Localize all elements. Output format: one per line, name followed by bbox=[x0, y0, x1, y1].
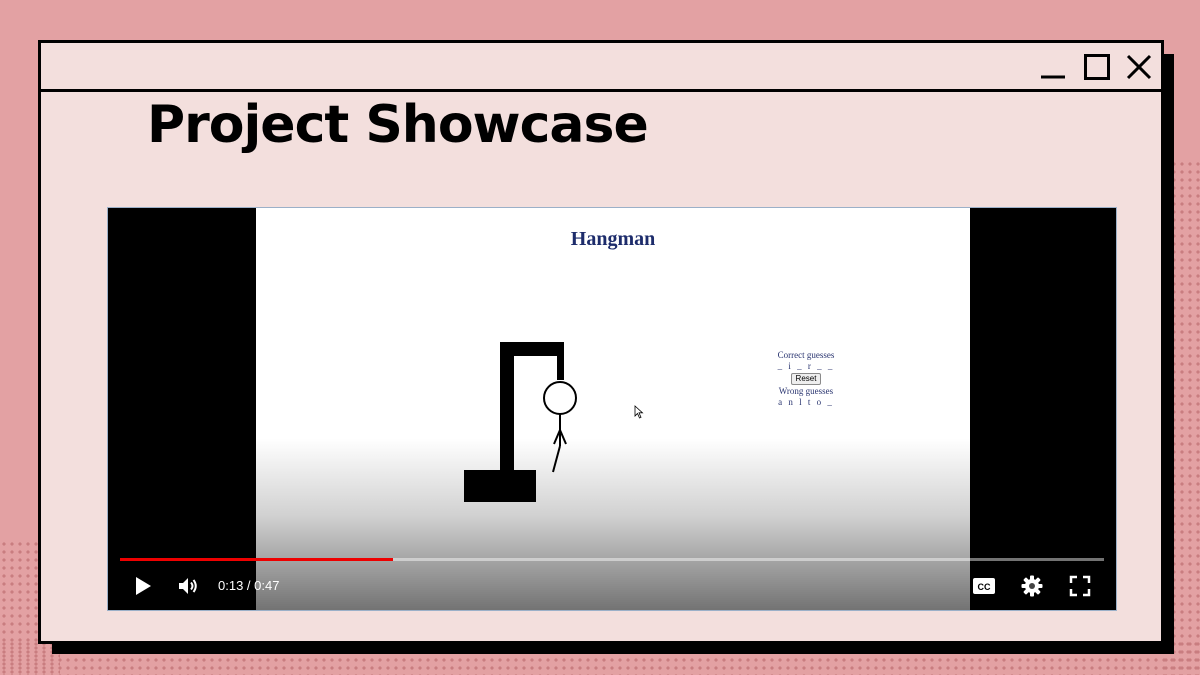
play-icon[interactable] bbox=[130, 574, 154, 598]
guess-panel: Correct guesses _ i _ r _ _ Reset Wrong … bbox=[756, 350, 856, 408]
minimize-icon[interactable] bbox=[1039, 53, 1067, 81]
hangman-title: Hangman bbox=[570, 228, 656, 250]
window-titlebar bbox=[41, 43, 1161, 92]
progress-bar-played bbox=[120, 558, 393, 561]
settings-gear-icon[interactable] bbox=[1020, 574, 1044, 598]
mouse-cursor-icon bbox=[634, 405, 644, 419]
wrong-guesses-letters: a n l t o _ bbox=[778, 397, 834, 407]
captions-icon[interactable]: CC bbox=[972, 574, 996, 598]
page-title: Project Showcase bbox=[147, 95, 649, 155]
maximize-icon[interactable] bbox=[1083, 53, 1111, 81]
wrong-guesses-label: Wrong guesses bbox=[778, 386, 834, 396]
progress-bar[interactable] bbox=[120, 558, 1104, 561]
time-display: 0:13 / 0:47 bbox=[218, 578, 280, 593]
reset-button[interactable]: Reset bbox=[790, 373, 822, 385]
slide-window: Project Showcase Hangman Correct guesses bbox=[38, 40, 1164, 644]
fullscreen-icon[interactable] bbox=[1068, 574, 1092, 598]
svg-text:CC: CC bbox=[978, 582, 991, 592]
volume-icon[interactable] bbox=[176, 574, 200, 598]
close-icon[interactable] bbox=[1125, 53, 1153, 81]
correct-guesses-letters: _ i _ r _ _ bbox=[777, 361, 835, 371]
correct-guesses-label: Correct guesses bbox=[777, 350, 835, 360]
video-player[interactable]: Hangman Correct guesses _ i _ r _ _ Rese… bbox=[107, 207, 1117, 611]
